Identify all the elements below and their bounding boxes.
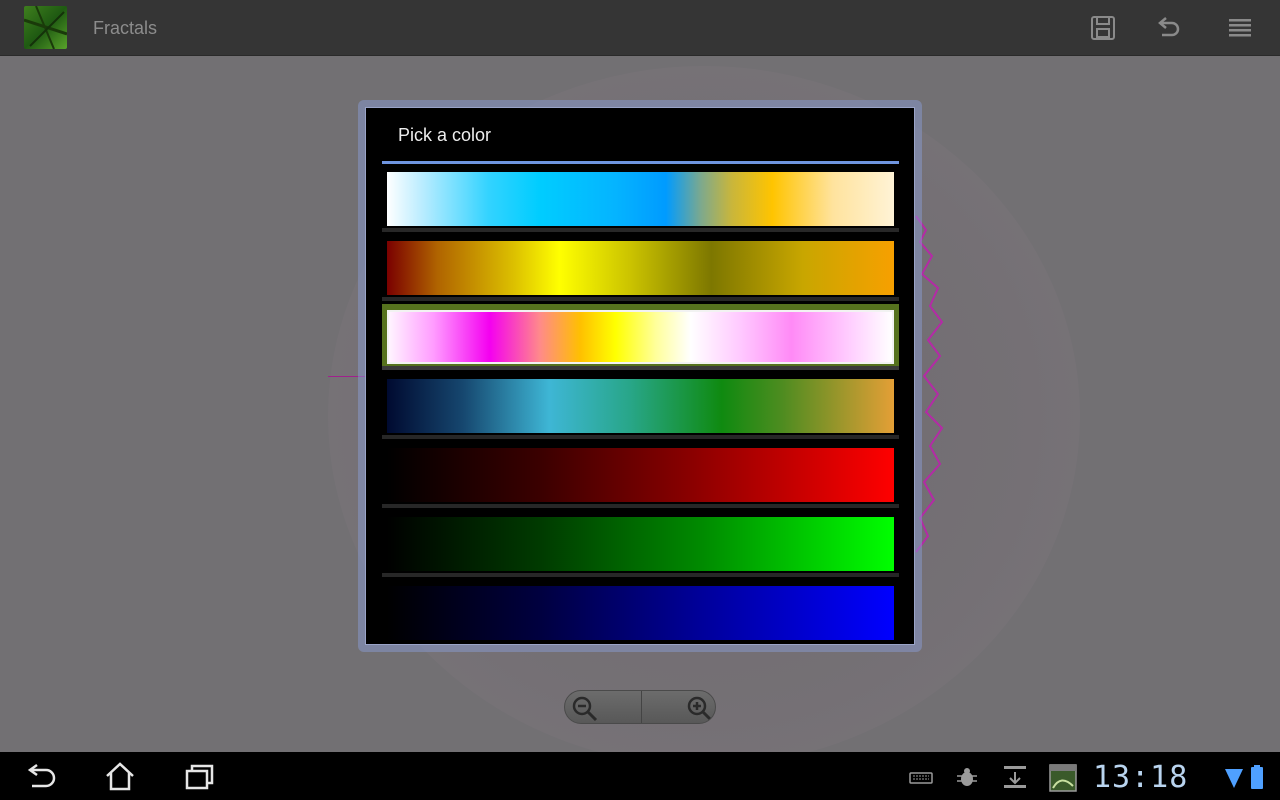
palette-option-6[interactable] [382, 511, 899, 577]
overflow-menu-icon [1229, 19, 1251, 37]
color-picker-dialog: Pick a color [365, 107, 915, 645]
back-button[interactable] [24, 762, 56, 792]
undo-arrow-icon [1158, 17, 1180, 37]
download-icon[interactable] [1002, 764, 1028, 790]
home-button[interactable] [104, 762, 136, 792]
palette-option-2[interactable] [382, 235, 899, 301]
dialog-title: Pick a color [398, 125, 492, 145]
palette-option-4[interactable] [382, 373, 899, 439]
status-clock: 13:18 [1093, 760, 1189, 795]
overflow-menu-button[interactable] [1227, 14, 1255, 42]
palette-swatch [387, 379, 894, 433]
palette-swatch [387, 448, 894, 502]
system-bar: 13:18 [0, 752, 1280, 800]
debug-bug-icon[interactable] [954, 764, 980, 790]
zoom-out-button[interactable] [565, 691, 641, 723]
palette-swatch [387, 586, 894, 640]
action-bar: Fractals [0, 0, 1280, 56]
palette-option-3-selected[interactable] [382, 304, 899, 370]
recent-apps-icon [185, 764, 214, 790]
recent-apps-button[interactable] [184, 762, 216, 792]
palette-swatch [387, 517, 894, 571]
leaf-app-icon[interactable] [24, 6, 67, 49]
home-icon [106, 762, 134, 791]
back-icon [27, 763, 56, 788]
screenshot-icon[interactable] [1049, 764, 1077, 792]
zoom-in-button[interactable] [641, 691, 715, 723]
save-button[interactable] [1089, 14, 1117, 42]
undo-button[interactable] [1154, 14, 1182, 42]
zoom-out-icon [572, 696, 598, 722]
keyboard-icon[interactable] [908, 764, 934, 790]
app-title: Fractals [93, 18, 158, 38]
zoom-in-icon [687, 696, 713, 722]
palette-swatch [387, 172, 894, 226]
palette-option-5[interactable] [382, 442, 899, 508]
zoom-controls [564, 690, 716, 724]
dialog-divider [382, 161, 899, 164]
palette-swatch [387, 310, 894, 364]
palette-option-7[interactable] [382, 580, 899, 646]
floppy-disk-icon [1091, 16, 1115, 40]
palette-option-1[interactable] [382, 166, 899, 232]
wifi-signal-icon[interactable] [1224, 764, 1250, 790]
palette-swatch [387, 241, 894, 295]
battery-icon[interactable] [1250, 764, 1264, 790]
